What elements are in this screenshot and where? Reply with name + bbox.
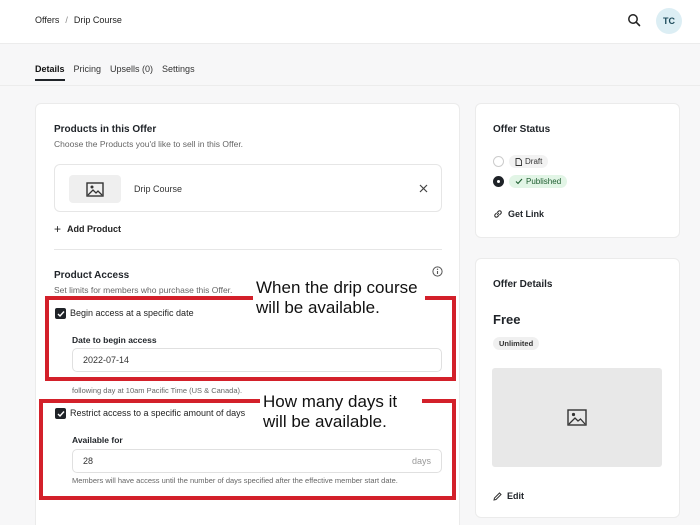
details-title: Offer Details [493, 279, 553, 290]
status-title: Offer Status [493, 124, 551, 135]
top-bar: Offers / Drip Course TC [0, 0, 700, 44]
edit-button[interactable]: Edit [493, 491, 524, 501]
plus-icon: + [54, 222, 62, 236]
tab-details[interactable]: Details [35, 64, 65, 81]
add-product-label: Add Product [67, 224, 122, 234]
offer-image-placeholder[interactable] [492, 368, 662, 467]
image-icon [86, 181, 104, 197]
access-title: Product Access [54, 270, 130, 281]
product-item: Drip Course [54, 164, 442, 212]
products-title: Products in this Offer [54, 124, 157, 135]
breadcrumb: Offers / Drip Course [35, 15, 122, 25]
breadcrumb-offers[interactable]: Offers [35, 15, 59, 25]
published-badge: Published [509, 175, 568, 188]
draft-radio[interactable] [493, 156, 504, 167]
annotation-text-restrict: How many days it will be available. [260, 392, 422, 432]
unlimited-badge: Unlimited [493, 337, 540, 350]
image-icon [567, 409, 587, 426]
pencil-icon [493, 491, 502, 501]
close-icon[interactable] [419, 184, 428, 193]
get-link-button[interactable]: Get Link [493, 209, 544, 219]
tab-upsells[interactable]: Upsells (0) [110, 64, 153, 81]
breadcrumb-current: Drip Course [73, 15, 122, 25]
tab-divider [0, 85, 700, 86]
link-icon [494, 210, 502, 218]
product-name: Drip Course [134, 184, 183, 194]
date-note: following day at 10am Pacific Time (US &… [72, 386, 243, 395]
add-product-button[interactable]: + Add Product [54, 222, 121, 236]
access-subtitle: Set limits for members who purchase this… [54, 285, 233, 295]
info-icon[interactable] [432, 266, 443, 277]
search-icon[interactable] [627, 13, 641, 27]
offer-price: Free [493, 312, 521, 327]
draft-badge: Draft [509, 155, 549, 168]
breadcrumb-separator: / [65, 15, 68, 25]
document-icon [515, 157, 522, 166]
product-thumbnail [69, 175, 121, 203]
published-radio[interactable] [493, 176, 504, 187]
published-label: Published [526, 177, 562, 186]
get-link-label: Get Link [508, 209, 545, 219]
check-icon [515, 178, 523, 185]
draft-label: Draft [525, 157, 543, 166]
tab-settings[interactable]: Settings [162, 64, 195, 81]
annotation-text-begin: When the drip course will be available. [253, 278, 425, 318]
tab-bar: Details Pricing Upsells (0) Settings [35, 64, 195, 81]
avatar[interactable]: TC [656, 8, 682, 34]
tab-pricing[interactable]: Pricing [74, 64, 102, 81]
products-subtitle: Choose the Products you'd like to sell i… [54, 139, 244, 149]
section-divider [54, 249, 442, 250]
edit-label: Edit [507, 491, 524, 501]
